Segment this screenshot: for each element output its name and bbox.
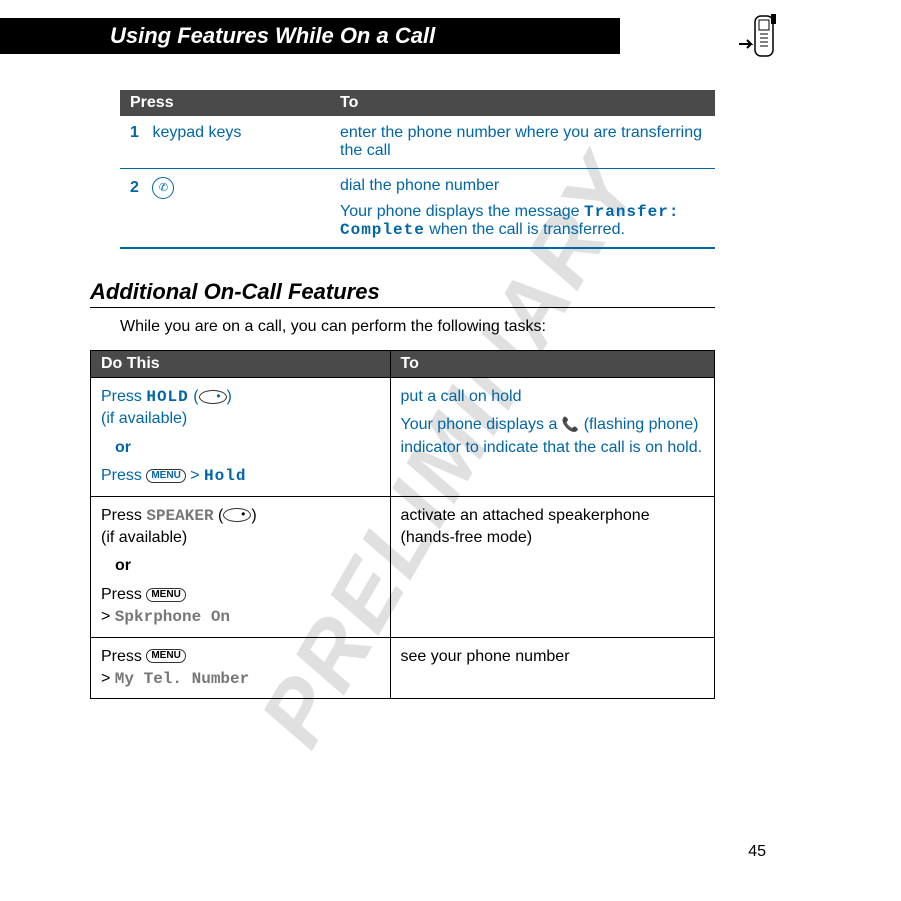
press-action: keypad keys <box>152 124 241 141</box>
table-header: To <box>330 90 715 116</box>
soft-key-icon <box>223 508 251 522</box>
press-to-table: Press To 1 keypad keys enter the phone n… <box>120 90 715 249</box>
step-number: 2 <box>130 179 148 197</box>
intro-text: While you are on a call, you can perform… <box>120 318 715 336</box>
step-number: 1 <box>130 124 148 142</box>
table-row: Press MENU > My Tel. Number see your pho… <box>91 637 715 699</box>
chapter-header: Using Features While On a Call <box>0 18 620 54</box>
menu-key-icon: MENU <box>146 469 185 483</box>
table-row: Press HOLD () (if available) or Press ME… <box>91 378 715 497</box>
table-row: 2 ✆ dial the phone number Your phone dis… <box>120 169 715 249</box>
section-heading: Additional On-Call Features <box>90 279 715 308</box>
phone-icon <box>733 14 781 69</box>
page-number: 45 <box>748 843 766 861</box>
menu-key-icon: MENU <box>146 588 185 602</box>
table-row: 1 keypad keys enter the phone number whe… <box>120 116 715 169</box>
flashing-phone-icon: 📞 <box>562 415 579 435</box>
soft-key-icon <box>199 390 227 404</box>
to-description: Your phone displays the message Transfer… <box>340 203 705 239</box>
table-row: Press SPEAKER () (if available) or Press… <box>91 496 715 637</box>
to-description: dial the phone number <box>340 177 705 195</box>
to-description: enter the phone number where you are tra… <box>330 116 715 169</box>
table-header: Do This <box>91 351 391 378</box>
table-header: To <box>390 351 714 378</box>
do-this-to-table: Do This To Press HOLD () (if available) … <box>90 350 715 699</box>
chapter-title: Using Features While On a Call <box>0 18 620 54</box>
menu-key-icon: MENU <box>146 649 185 663</box>
table-header: Press <box>120 90 330 116</box>
send-key-icon: ✆ <box>152 177 174 199</box>
